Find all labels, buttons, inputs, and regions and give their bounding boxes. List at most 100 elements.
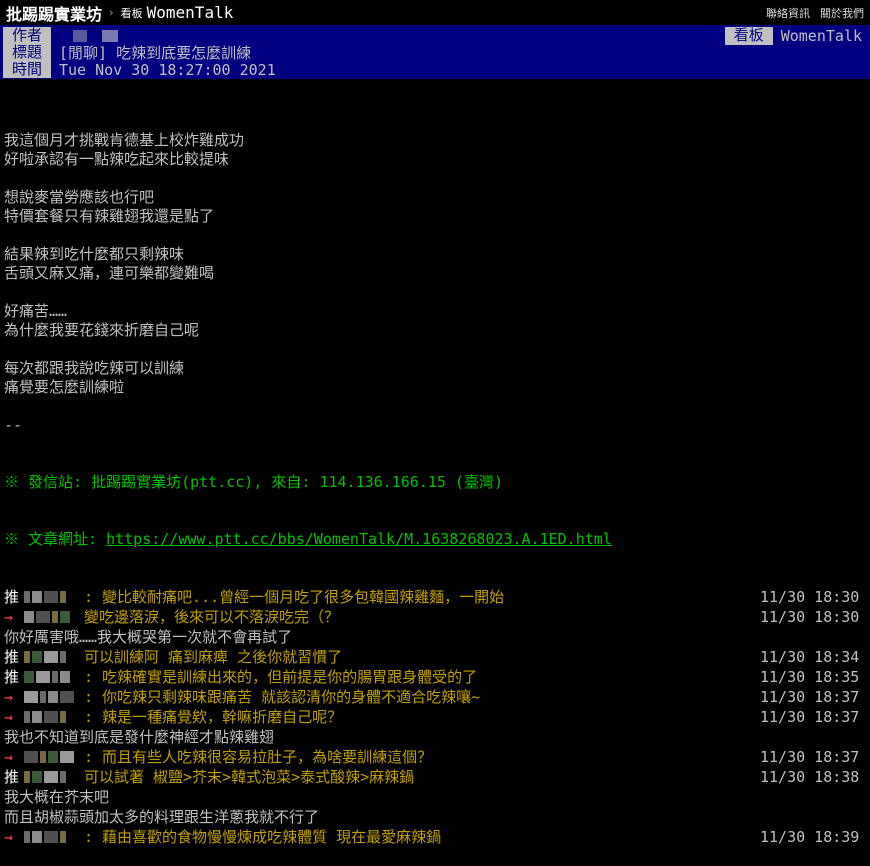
blur-block: [32, 771, 42, 783]
blur-block: [52, 611, 58, 623]
blur-block: [24, 591, 30, 603]
push-tag-arrow: →: [4, 608, 14, 626]
push-time: 11/30 18:37: [760, 748, 860, 766]
body-line: 好痛苦……: [4, 302, 68, 320]
push-content: 變吃邊落淚，後來可以不落淚吃完（？: [84, 608, 340, 626]
body-line: 結果辣到吃什麼都只剩辣味: [4, 245, 185, 263]
body-line: 我這個月才挑戰肯德基上校炸雞成功: [4, 131, 245, 149]
push-content: 可以訓練阿 痛到麻痺 之後你就習慣了: [84, 648, 343, 666]
blur-block: [44, 591, 58, 603]
blur-block: [44, 651, 58, 663]
board-info: 看板 WomenTalk: [724, 27, 862, 45]
blur-block: [60, 771, 66, 783]
url-label: ※ 文章網址:: [4, 530, 107, 548]
board-crumb-label: 看板: [120, 6, 143, 20]
blur-block: [60, 611, 70, 623]
contact-link[interactable]: 聯絡資訊: [766, 5, 810, 21]
blurred-user: [24, 751, 84, 763]
push-time: 11/30 18:37: [760, 708, 860, 726]
blur-block: [36, 611, 50, 623]
body-line: [4, 283, 870, 302]
board-crumb-link[interactable]: WomenTalk: [147, 3, 234, 22]
blurred-user: [24, 771, 84, 783]
push-time: 11/30 18:37: [760, 688, 860, 706]
blur-block: [40, 691, 46, 703]
push-content: : 藉由喜歡的食物慢慢煉成吃辣體質 現在最愛麻辣鍋: [84, 828, 442, 846]
blur-block: [60, 691, 74, 703]
blur-block: [44, 711, 58, 723]
blur-block: [24, 711, 30, 723]
push-tag-up: 推: [4, 668, 20, 686]
body-line: [4, 226, 870, 245]
push-row: → 變吃邊落淚，後來可以不落淚吃完（？ 11/30 18:30: [4, 607, 870, 627]
author-label: 作者: [3, 27, 51, 44]
chevron-right-icon: ›: [108, 6, 115, 19]
push-time: 11/30 18:30: [760, 588, 860, 606]
author-reply-line: 我大概在芥末吧: [4, 788, 110, 806]
push-tag-up: 推: [4, 648, 20, 666]
blur-block: [24, 651, 30, 663]
blurred-user: [24, 611, 84, 623]
blurred-user: [24, 831, 84, 843]
article-url-link[interactable]: https://www.ptt.cc/bbs/WomenTalk/M.16382…: [106, 530, 612, 548]
blur-block: [60, 711, 66, 723]
article-time: Tue Nov 30 18:27:00 2021: [59, 60, 276, 79]
top-bar: 批踢踢實業坊 › 看板 WomenTalk 聯絡資訊 關於我們: [0, 0, 870, 25]
body-line: 每次都跟我說吃辣可以訓練: [4, 359, 185, 377]
blur-block: [48, 751, 58, 763]
push-row: 推: 變比較耐痛吧...曾經一個月吃了很多包韓國辣雞麵，一開始 11/30 18:…: [4, 587, 870, 607]
board-label: 看板: [724, 27, 773, 45]
body-line: --: [4, 416, 23, 434]
body-line: 為什麼我要花錢來折磨自己呢: [4, 321, 200, 339]
blur-block: [24, 771, 30, 783]
blurred-author: [102, 30, 119, 42]
blur-block: [60, 651, 66, 663]
blur-block: [32, 711, 42, 723]
push-tag-arrow: →: [4, 708, 14, 726]
push-content: 可以試著 椒鹽>芥末>韓式泡菜>泰式酸辣>麻辣鍋: [84, 768, 415, 786]
blur-block: [52, 671, 58, 683]
push-content: : 你吃辣只剩辣味跟痛苦 就該認清你的身體不適合吃辣嚷~: [84, 688, 481, 706]
blur-block: [24, 831, 30, 843]
blur-block: [32, 651, 42, 663]
push-tag-arrow: →: [4, 748, 14, 766]
blur-block: [24, 671, 34, 683]
body-line: 特價套餐只有辣雞翅我還是點了: [4, 207, 215, 225]
title-label: 標題: [3, 44, 51, 61]
blur-block: [24, 751, 38, 763]
author-reply-line: 而且胡椒蒜頭加太多的料理跟生洋蔥我就不行了: [4, 808, 320, 826]
push-row: 推 可以試著 椒鹽>芥末>韓式泡菜>泰式酸辣>麻辣鍋 11/30 18:38: [4, 767, 870, 787]
blurred-user: [24, 651, 84, 663]
top-links: 聯絡資訊 關於我們: [766, 5, 864, 21]
blurred-user: [24, 591, 84, 603]
time-label: 時間: [3, 61, 51, 78]
blur-block: [60, 591, 66, 603]
author-reply-line: 你好厲害哦……我大概哭第一次就不會再試了: [4, 628, 293, 646]
url-line: ※ 文章網址: https://www.ptt.cc/bbs/WomenTalk…: [4, 530, 870, 549]
blur-block: [48, 691, 58, 703]
push-row: → : 辣是一種痛覺欸，幹嘛折磨自己呢？ 11/30 18:37: [4, 707, 870, 727]
blur-block: [32, 831, 42, 843]
comment-list: 推: 變比較耐痛吧...曾經一個月吃了很多包韓國辣雞麵，一開始 11/30 18:…: [4, 587, 870, 847]
body-line: 想說麥當勞應該也行吧: [4, 188, 155, 206]
author-reply-line: 我也不知道到底是發什麼神經才點辣雞翅: [4, 728, 275, 746]
push-time: 11/30 18:38: [760, 768, 860, 786]
blurred-author: [73, 30, 87, 42]
blur-block: [60, 831, 66, 843]
blur-block: [44, 771, 58, 783]
about-link[interactable]: 關於我們: [820, 5, 864, 21]
site-logo[interactable]: 批踢踢實業坊: [6, 1, 102, 25]
blur-block: [60, 671, 70, 683]
push-content: : 辣是一種痛覺欸，幹嘛折磨自己呢？: [84, 708, 343, 726]
push-row: 推 可以訓練阿 痛到麻痺 之後你就習慣了 11/30 18:34: [4, 647, 870, 667]
body-line: [4, 340, 870, 359]
push-content: : 而且有些人吃辣很容易拉肚子，為啥要訓練這個？: [84, 748, 433, 766]
body-line: 痛覺要怎麼訓練啦: [4, 378, 125, 396]
blur-block: [44, 831, 58, 843]
body-line: [4, 397, 870, 416]
push-time: 11/30 18:35: [760, 668, 860, 686]
body-line: [4, 169, 870, 188]
body-line: 好啦承認有一點辣吃起來比較提味: [4, 150, 230, 168]
article-content: 我這個月才挑戰肯德基上校炸雞成功 好啦承認有一點辣吃起來比較提味 想說麥當勞應該也行…: [0, 79, 870, 866]
push-row: 推: 吃辣確實是訓練出來的，但前提是你的腸胃跟身體受的了 11/30 18:35: [4, 667, 870, 687]
